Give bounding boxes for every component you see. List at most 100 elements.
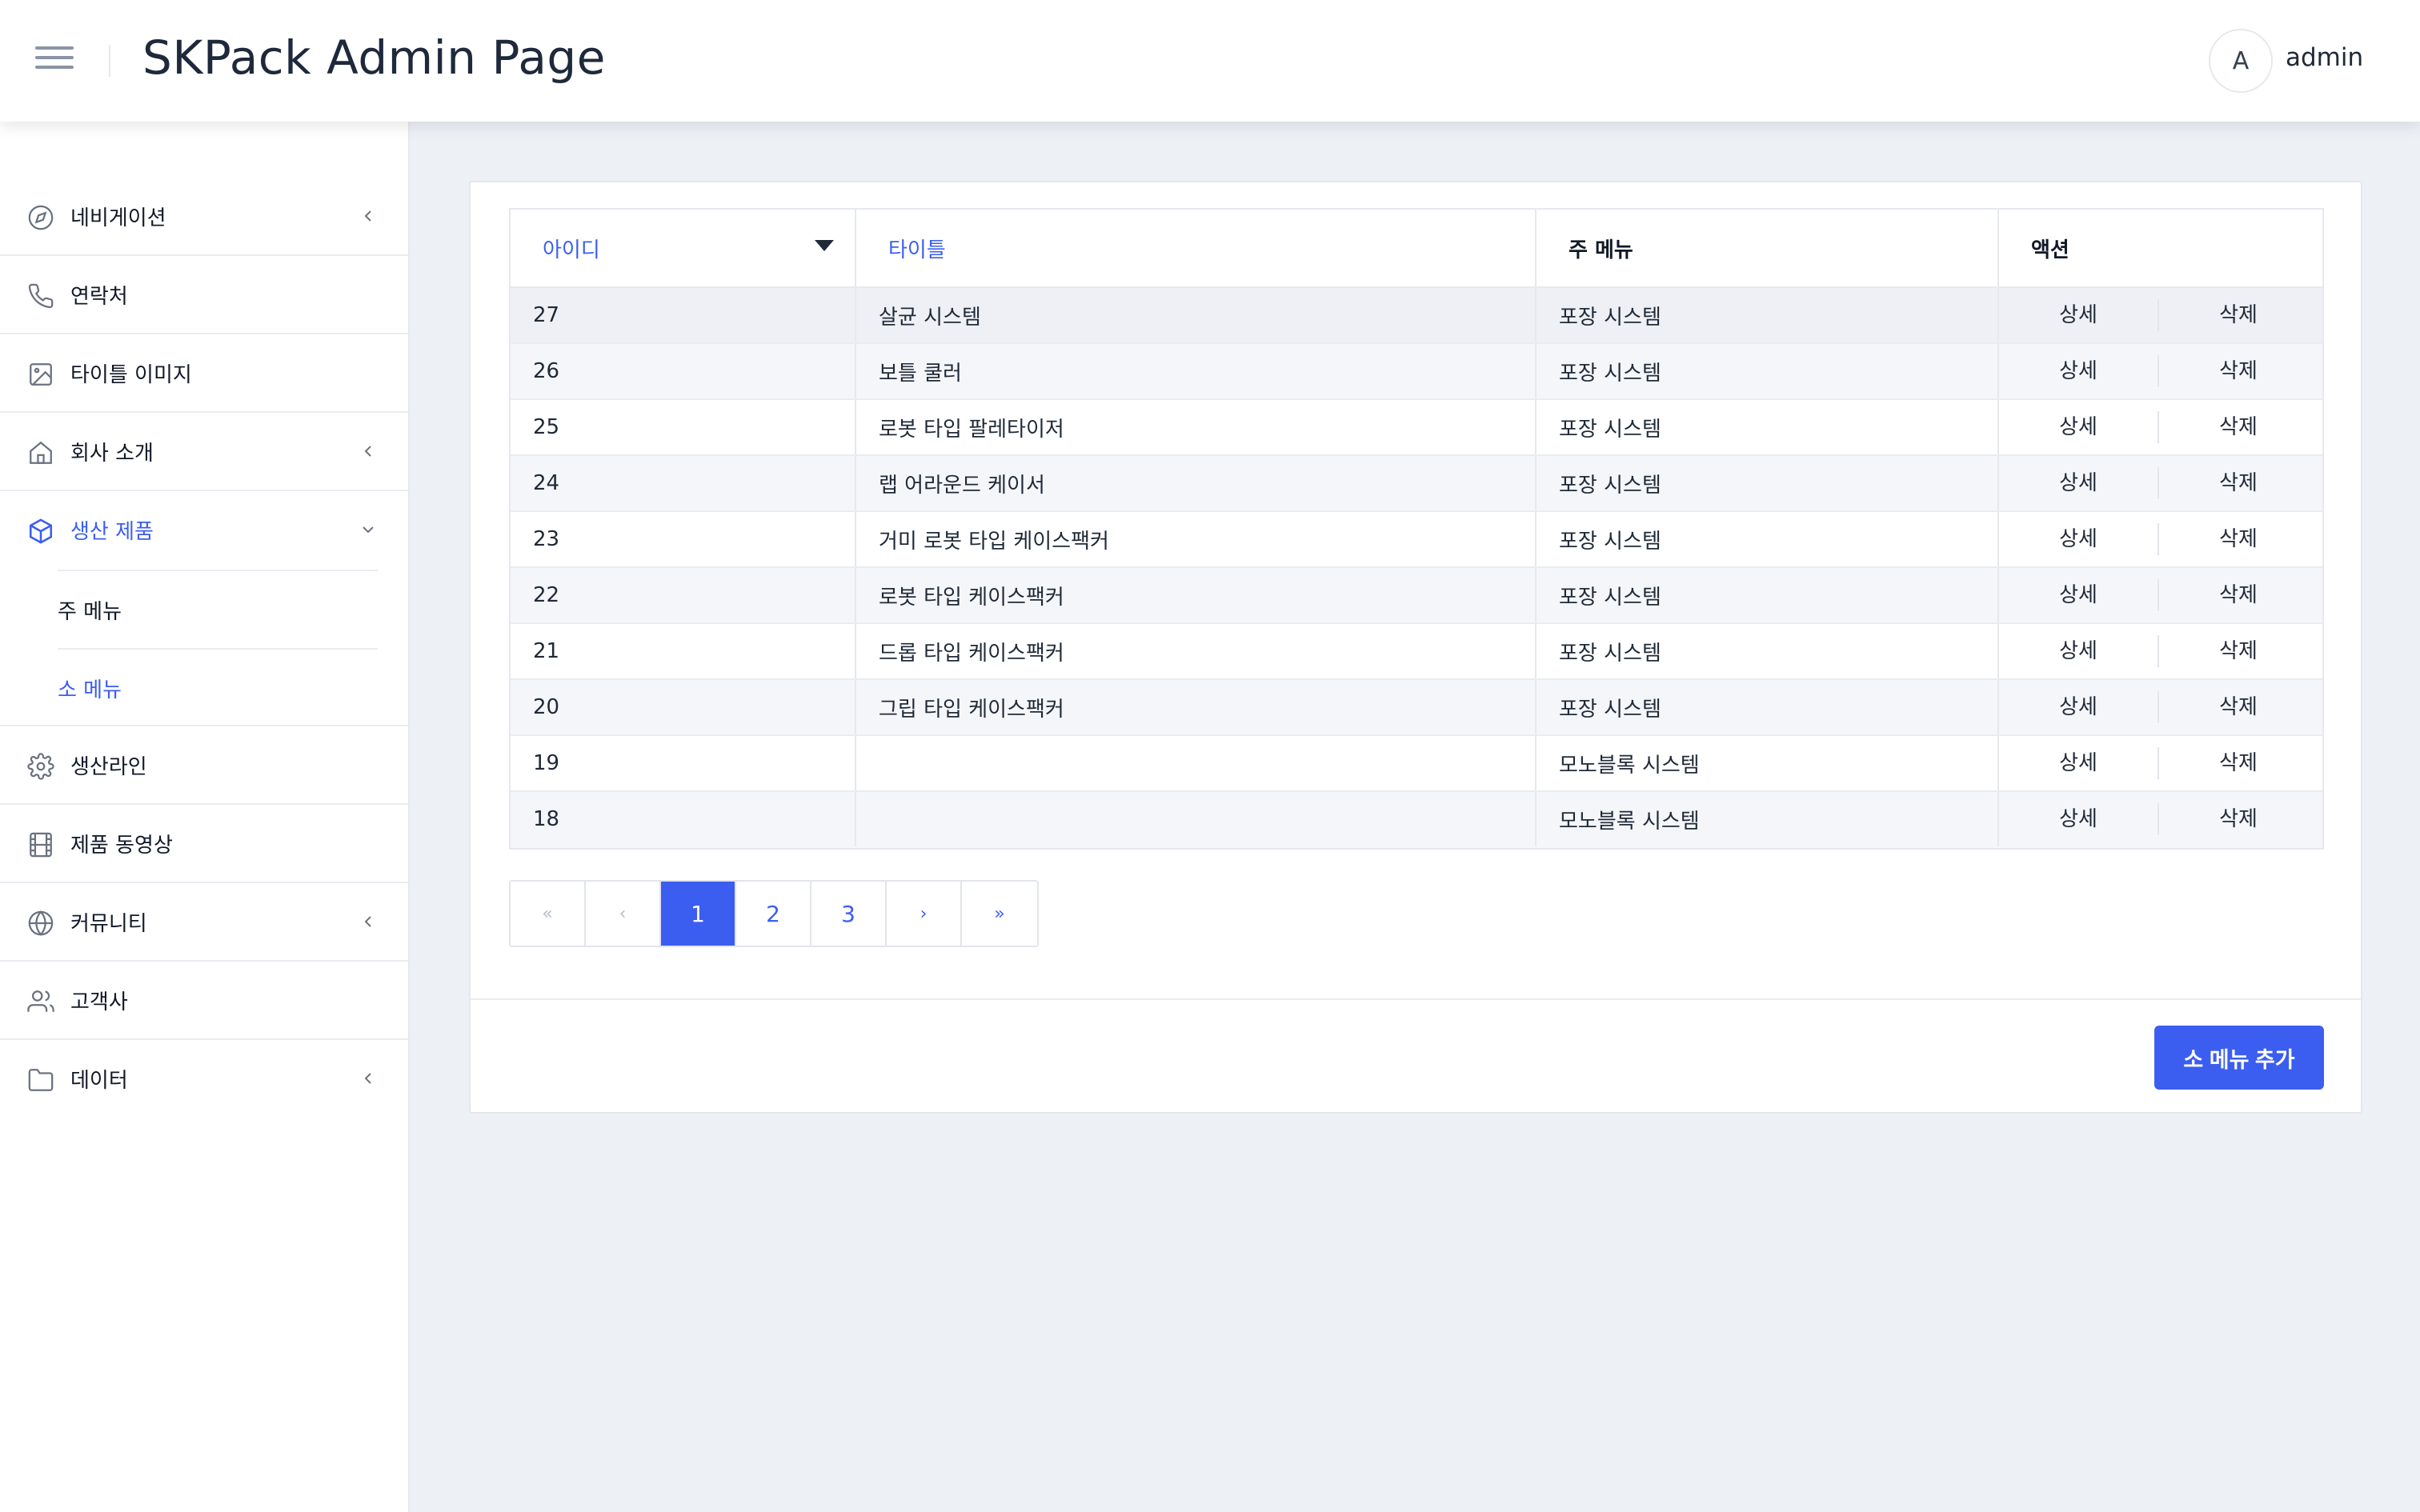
- cell-main-menu: 포장 시스템: [1537, 624, 1999, 678]
- table-row: 19 모노블록 시스템 상세 삭제: [511, 736, 2322, 792]
- cell-actions: 상세 삭제: [1999, 288, 2322, 342]
- sidebar: 네비게이션 연락처 타이틀 이미지 회사 소개 생산 제품 주 메뉴 소 메뉴 …: [0, 122, 410, 1512]
- sidebar-item-production-line[interactable]: 생산라인: [0, 726, 408, 805]
- delete-button[interactable]: 삭제: [2159, 299, 2318, 331]
- cell-id: 21: [511, 624, 856, 678]
- cell-title: 보틀 쿨러: [856, 344, 1537, 398]
- cell-main-menu: 모노블록 시스템: [1537, 792, 1999, 846]
- cell-id: 19: [511, 736, 856, 790]
- page-button-1[interactable]: 1: [661, 882, 736, 946]
- sidebar-subitem-label: 소 메뉴: [58, 678, 122, 702]
- cell-actions: 상세 삭제: [1999, 568, 2322, 622]
- cell-actions: 상세 삭제: [1999, 736, 2322, 790]
- cell-actions: 상세 삭제: [1999, 512, 2322, 566]
- user-name[interactable]: admin: [2286, 43, 2363, 72]
- previous-page-button[interactable]: ‹: [586, 882, 661, 946]
- detail-button[interactable]: 상세: [1999, 523, 2158, 555]
- column-header-title[interactable]: 타이틀: [856, 210, 1537, 286]
- delete-button[interactable]: 삭제: [2159, 411, 2318, 443]
- sidebar-item-navigation[interactable]: 네비게이션: [0, 178, 408, 256]
- detail-button[interactable]: 상세: [1999, 747, 2158, 779]
- cell-main-menu: 포장 시스템: [1537, 680, 1999, 734]
- cell-id: 18: [511, 792, 856, 846]
- users-icon: [27, 990, 54, 1012]
- detail-button[interactable]: 상세: [1999, 411, 2158, 443]
- detail-button[interactable]: 상세: [1999, 803, 2158, 835]
- detail-button[interactable]: 상세: [1999, 635, 2158, 667]
- column-header-label: 아이디: [543, 238, 600, 262]
- sort-descending-icon[interactable]: [815, 240, 834, 251]
- cell-id: 24: [511, 456, 856, 510]
- hamburger-menu-icon[interactable]: [35, 46, 74, 75]
- sidebar-item-label: 생산라인: [70, 755, 147, 779]
- column-header-main-menu: 주 메뉴: [1537, 210, 1999, 286]
- sidebar-item-contact[interactable]: 연락처: [0, 256, 408, 334]
- gear-icon: [27, 753, 54, 780]
- delete-button[interactable]: 삭제: [2159, 803, 2318, 835]
- cell-title: 살균 시스템: [856, 288, 1537, 342]
- app-title: SKPack Admin Page: [142, 30, 606, 85]
- delete-button[interactable]: 삭제: [2159, 747, 2318, 779]
- sidebar-subitem-label: 주 메뉴: [58, 600, 122, 624]
- sidebar-item-label: 타이틀 이미지: [70, 363, 192, 387]
- cell-title: [856, 736, 1537, 790]
- cell-id: 22: [511, 568, 856, 622]
- delete-button[interactable]: 삭제: [2159, 467, 2318, 499]
- detail-button[interactable]: 상세: [1999, 579, 2158, 611]
- user-avatar[interactable]: A: [2209, 29, 2273, 93]
- column-header-id[interactable]: 아이디: [511, 210, 856, 286]
- cell-title: 로봇 타입 팔레타이저: [856, 400, 1537, 454]
- sidebar-item-products[interactable]: 생산 제품: [0, 491, 408, 570]
- cell-main-menu: 포장 시스템: [1537, 344, 1999, 398]
- sidebar-item-label: 연락처: [70, 285, 128, 309]
- detail-button[interactable]: 상세: [1999, 355, 2158, 387]
- cell-actions: 상세 삭제: [1999, 456, 2322, 510]
- table-row: 21 드롭 타입 케이스팩커 포장 시스템 상세 삭제: [511, 624, 2322, 680]
- detail-button[interactable]: 상세: [1999, 299, 2158, 331]
- sidebar-item-community[interactable]: 커뮤니티: [0, 883, 408, 962]
- delete-button[interactable]: 삭제: [2159, 523, 2318, 555]
- cell-id: 20: [511, 680, 856, 734]
- detail-button[interactable]: 상세: [1999, 691, 2158, 723]
- table-row: 22 로봇 타입 케이스팩커 포장 시스템 상세 삭제: [511, 568, 2322, 624]
- column-header-label: 타이틀: [888, 238, 946, 262]
- compass-icon: [28, 205, 54, 230]
- sidebar-subitem-main-menu[interactable]: 주 메뉴: [0, 570, 408, 648]
- chevron-down-icon: [363, 526, 374, 534]
- page-button-3[interactable]: 3: [811, 882, 887, 946]
- sidebar-subitem-sub-menu[interactable]: 소 메뉴: [0, 648, 408, 726]
- cell-title: [856, 792, 1537, 846]
- cell-main-menu: 포장 시스템: [1537, 456, 1999, 510]
- table-header: 아이디 타이틀 주 메뉴 액션: [511, 210, 2322, 288]
- last-page-button[interactable]: »: [962, 882, 1037, 946]
- cell-actions: 상세 삭제: [1999, 400, 2322, 454]
- next-page-button[interactable]: ›: [887, 882, 962, 946]
- sidebar-item-company[interactable]: 회사 소개: [0, 413, 408, 491]
- sidebar-nav: 네비게이션 연락처 타이틀 이미지 회사 소개 생산 제품 주 메뉴 소 메뉴 …: [0, 178, 408, 1118]
- cell-actions: 상세 삭제: [1999, 344, 2322, 398]
- cell-title: 랩 어라운드 케이서: [856, 456, 1537, 510]
- add-sub-menu-button[interactable]: 소 메뉴 추가: [2154, 1026, 2324, 1090]
- cell-id: 25: [511, 400, 856, 454]
- sidebar-item-title-image[interactable]: 타이틀 이미지: [0, 334, 408, 413]
- delete-button[interactable]: 삭제: [2159, 579, 2318, 611]
- cell-id: 23: [511, 512, 856, 566]
- sidebar-item-clients[interactable]: 고객사: [0, 962, 408, 1040]
- page-button-2[interactable]: 2: [736, 882, 811, 946]
- sidebar-item-product-video[interactable]: 제품 동영상: [0, 805, 408, 883]
- column-header-actions: 액션: [1999, 210, 2322, 286]
- chevron-left-icon: [364, 916, 371, 927]
- detail-button[interactable]: 상세: [1999, 467, 2158, 499]
- home-icon: [30, 441, 52, 464]
- chevron-left-icon: [364, 1073, 371, 1084]
- table-body: 27 살균 시스템 포장 시스템 상세 삭제 26 보틀 쿨러 포장 시스템 상세 삭제 25 로봇 …: [511, 288, 2322, 848]
- delete-button[interactable]: 삭제: [2159, 691, 2318, 723]
- cell-title: 그립 타입 케이스팩커: [856, 680, 1537, 734]
- cell-main-menu: 포장 시스템: [1537, 512, 1999, 566]
- sidebar-item-data[interactable]: 데이터: [0, 1040, 408, 1118]
- delete-button[interactable]: 삭제: [2159, 635, 2318, 667]
- cell-main-menu: 포장 시스템: [1537, 568, 1999, 622]
- delete-button[interactable]: 삭제: [2159, 355, 2318, 387]
- phone-icon: [28, 283, 54, 309]
- first-page-button[interactable]: «: [511, 882, 586, 946]
